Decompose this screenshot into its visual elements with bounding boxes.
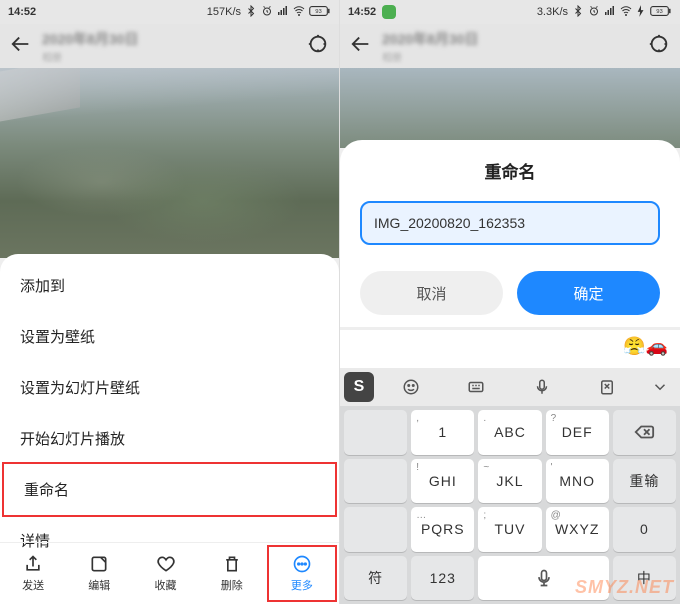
edit-icon <box>89 554 109 574</box>
key-blank[interactable] <box>344 459 407 504</box>
bottom-toolbar: 发送 编辑 收藏 删除 更多 <box>0 542 339 604</box>
back-icon[interactable] <box>350 33 372 60</box>
trash-icon <box>222 554 242 574</box>
header-title-block: 2020年8月30日 相册 <box>42 29 297 64</box>
toolbar-send[interactable]: 发送 <box>0 543 66 604</box>
key-1[interactable]: ,1 <box>411 410 474 455</box>
sogou-logo-icon[interactable]: S <box>344 372 374 402</box>
charging-icon <box>636 5 646 20</box>
key-blank[interactable] <box>344 507 407 552</box>
key-mno[interactable]: 'MNO <box>546 459 609 504</box>
toolbar-favorite[interactable]: 收藏 <box>132 543 198 604</box>
key-重输[interactable]: 重输 <box>613 459 676 504</box>
status-speed: 3.3K/s <box>537 6 568 18</box>
cancel-button[interactable]: 取消 <box>360 271 503 315</box>
bluetooth-icon <box>245 5 257 20</box>
keyboard-switch-icon[interactable] <box>444 378 510 396</box>
key-wxyz[interactable]: @WXYZ <box>546 507 609 552</box>
header-subtitle: 相册 <box>42 49 297 64</box>
rename-input[interactable] <box>360 201 660 245</box>
menu-set-slideshow-wallpaper[interactable]: 设置为幻灯片壁纸 <box>0 362 339 413</box>
bluetooth-icon <box>572 5 584 20</box>
battery-icon: 93 <box>309 5 331 20</box>
keyboard: 😤🚗 S ,1.ABC?DEF !GHI~JKL'MNO重输 …PQRS;TUV@W… <box>340 330 680 604</box>
chevron-down-icon[interactable] <box>640 378 680 396</box>
menu-add-to[interactable]: 添加到 <box>0 260 339 311</box>
share-icon <box>23 554 43 574</box>
svg-text:93: 93 <box>656 9 663 15</box>
key-space[interactable] <box>478 556 608 601</box>
key-0[interactable]: 0 <box>613 507 676 552</box>
alarm-icon <box>261 5 273 20</box>
heart-icon <box>156 554 176 574</box>
more-menu-sheet: 添加到 设置为壁纸 设置为幻灯片壁纸 开始幻灯片播放 重命名 详情 发送 编辑 … <box>0 254 339 604</box>
header-subtitle: 相册 <box>382 49 638 64</box>
battery-icon: 93 <box>650 5 672 20</box>
sync-icon[interactable] <box>307 33 329 60</box>
header: 2020年8月30日 相册 <box>0 24 339 68</box>
photo-preview[interactable] <box>0 68 339 258</box>
status-bar: 14:52 157K/s 93 <box>0 0 339 24</box>
toolbar-more[interactable]: 更多 <box>267 545 337 602</box>
key-123[interactable]: 123 <box>411 556 474 601</box>
keyboard-toolbar: S <box>340 368 680 406</box>
emoji-suggestion[interactable]: 😤🚗 <box>623 336 668 357</box>
header: 2020年8月30日 相册 <box>340 24 680 68</box>
key-中[interactable]: 中 <box>613 556 676 601</box>
key-backspace[interactable] <box>613 410 676 455</box>
menu-rename[interactable]: 重命名 <box>2 462 337 517</box>
header-title-block: 2020年8月30日 相册 <box>382 29 638 64</box>
menu-start-slideshow[interactable]: 开始幻灯片播放 <box>0 413 339 464</box>
photo-preview <box>340 68 680 148</box>
dialog-title: 重命名 <box>360 158 660 183</box>
alarm-icon <box>588 5 600 20</box>
rename-dialog: 重命名 取消 确定 <box>340 140 680 327</box>
confirm-button[interactable]: 确定 <box>517 271 660 315</box>
emoji-icon[interactable] <box>378 378 444 396</box>
backspace-icon <box>633 421 655 443</box>
header-title: 2020年8月30日 <box>382 29 638 49</box>
key-pqrs[interactable]: …PQRS <box>411 507 474 552</box>
wifi-icon <box>620 5 632 20</box>
phone-screen-right: 14:52 3.3K/s 93 2020年8月30日 相册 重命名 取消 确定 <box>340 0 680 604</box>
voice-icon[interactable] <box>509 378 575 396</box>
status-speed: 157K/s <box>207 6 241 18</box>
key-blank[interactable] <box>344 410 407 455</box>
signal-icon <box>277 5 289 20</box>
key-tuv[interactable]: ;TUV <box>478 507 541 552</box>
status-bar: 14:52 3.3K/s 93 <box>340 0 680 24</box>
lock-badge-icon <box>382 5 396 19</box>
clipboard-icon[interactable] <box>575 378 641 396</box>
more-icon <box>292 554 312 574</box>
svg-text:93: 93 <box>315 9 322 15</box>
keyboard-suggestion-bar[interactable]: 😤🚗 <box>340 330 680 368</box>
status-time: 14:52 <box>348 6 376 18</box>
back-icon[interactable] <box>10 33 32 60</box>
wifi-icon <box>293 5 305 20</box>
menu-set-wallpaper[interactable]: 设置为壁纸 <box>0 311 339 362</box>
header-title: 2020年8月30日 <box>42 29 297 49</box>
key-def[interactable]: ?DEF <box>546 410 609 455</box>
toolbar-delete[interactable]: 删除 <box>199 543 265 604</box>
key-符[interactable]: 符 <box>344 556 407 601</box>
status-time: 14:52 <box>8 6 36 18</box>
signal-icon <box>604 5 616 20</box>
key-jkl[interactable]: ~JKL <box>478 459 541 504</box>
key-abc[interactable]: .ABC <box>478 410 541 455</box>
mic-icon <box>534 568 554 588</box>
key-ghi[interactable]: !GHI <box>411 459 474 504</box>
phone-screen-left: 14:52 157K/s 93 2020年8月30日 相册 添加到 设置为壁纸 … <box>0 0 340 604</box>
sync-icon[interactable] <box>648 33 670 60</box>
toolbar-edit[interactable]: 编辑 <box>66 543 132 604</box>
